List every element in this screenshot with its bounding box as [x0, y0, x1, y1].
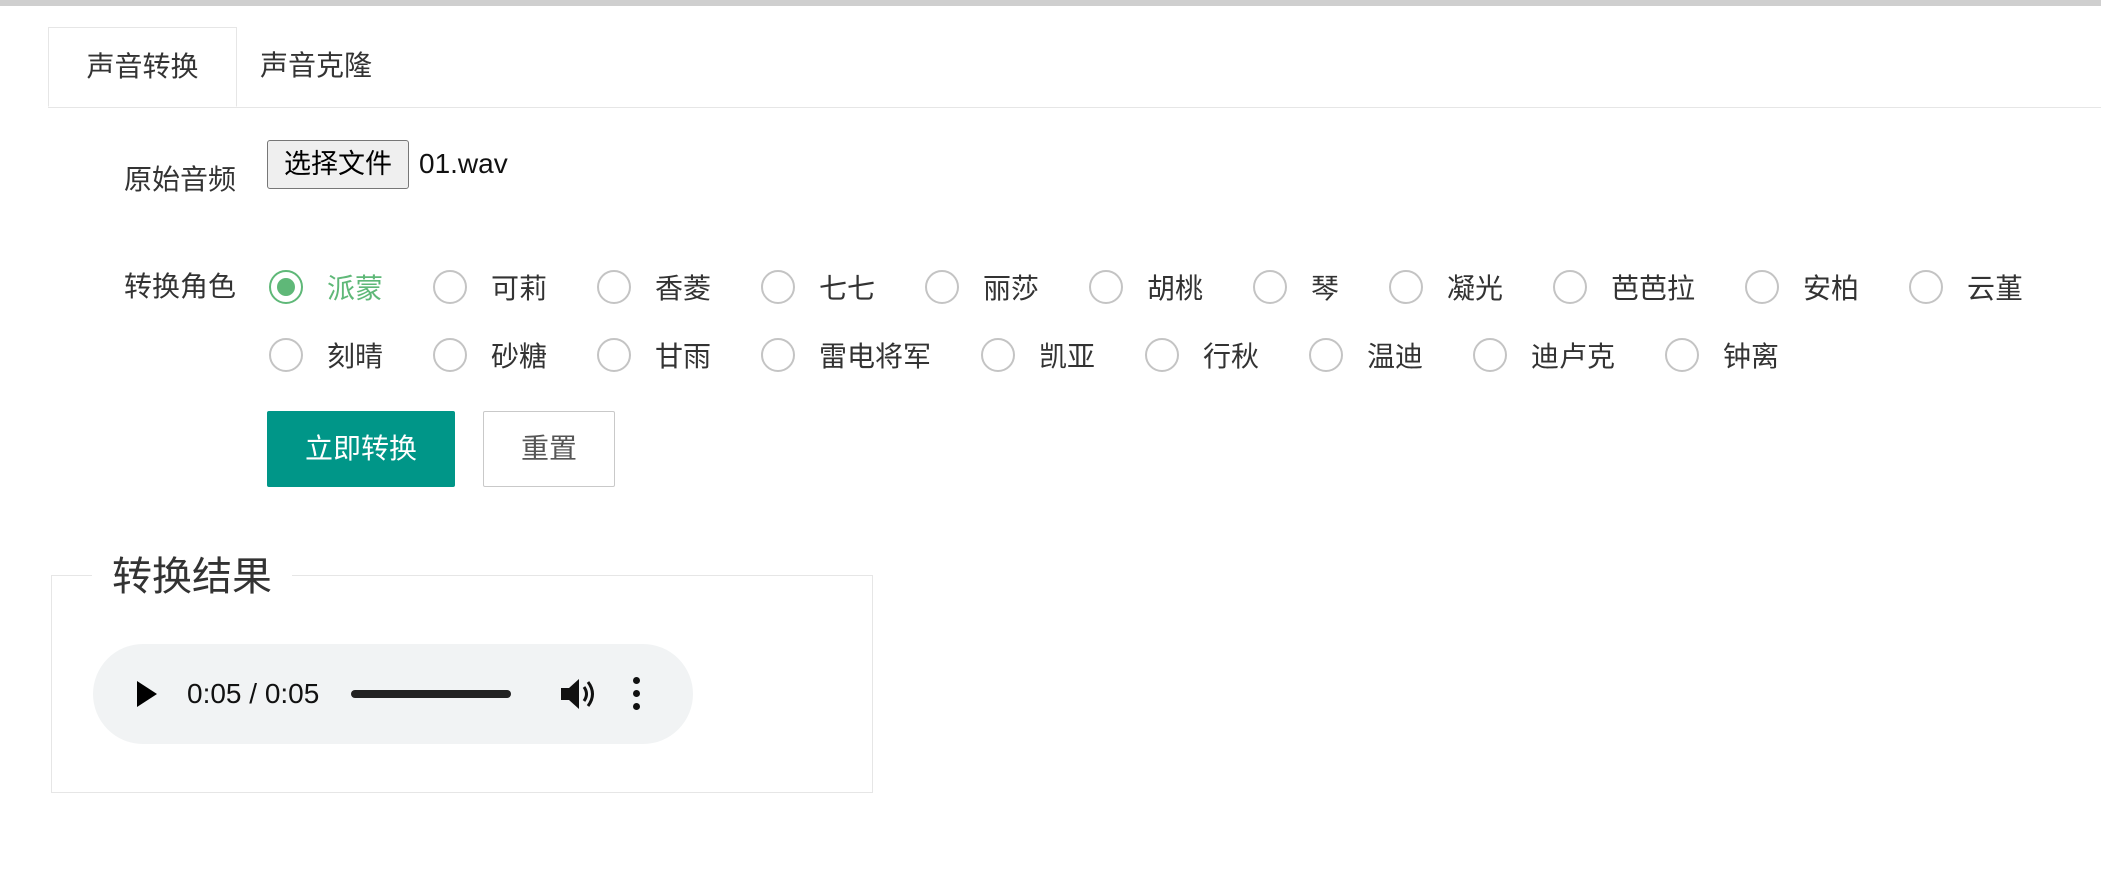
tab-bar: 声音转换 声音克隆: [48, 27, 2101, 108]
role-label-text: 香菱: [655, 272, 712, 305]
role-radio-keqing[interactable]: 刻晴: [269, 335, 383, 375]
radio-circle[interactable]: [761, 338, 795, 372]
radio-circle[interactable]: [1309, 338, 1343, 372]
tab-voice-clone[interactable]: 声音克隆: [260, 27, 500, 107]
role-label-text: 七七: [819, 272, 876, 305]
radio-circle[interactable]: [1553, 270, 1587, 304]
radio-circle[interactable]: [597, 270, 631, 304]
volume-icon[interactable]: [559, 677, 599, 711]
role-label-text: 丽莎: [983, 272, 1040, 305]
role-label-text: 云堇: [1967, 272, 2024, 305]
role-radio-sucrose[interactable]: 砂糖: [433, 335, 547, 375]
role-label-text: 砂糖: [491, 340, 548, 373]
role-label-text: 刻晴: [327, 340, 384, 373]
role-radio-hutao[interactable]: 胡桃: [1089, 267, 1203, 307]
role-radio-amber[interactable]: 安柏: [1745, 267, 1859, 307]
role-radio-jean[interactable]: 琴: [1253, 267, 1339, 307]
radio-circle[interactable]: [433, 338, 467, 372]
role-radio-klee[interactable]: 可莉: [433, 267, 547, 307]
role-label: 转换角色: [124, 270, 237, 303]
role-label-text: 芭芭拉: [1611, 272, 1696, 305]
convert-button[interactable]: 立即转换: [267, 411, 455, 487]
role-label-text: 行秋: [1203, 340, 1260, 373]
radio-circle[interactable]: [269, 270, 303, 304]
audio-player[interactable]: 0:05 / 0:05: [93, 644, 693, 744]
audio-progress-slider[interactable]: [351, 690, 511, 698]
role-label-text: 迪卢克: [1531, 340, 1616, 373]
role-label-text: 甘雨: [655, 340, 712, 373]
result-title: 转换结果: [92, 550, 292, 604]
role-radio-barbara[interactable]: 芭芭拉: [1553, 267, 1695, 307]
role-label-text: 派蒙: [327, 272, 384, 305]
role-radio-diluc[interactable]: 迪卢克: [1473, 335, 1615, 375]
role-label-text: 雷电将军: [819, 340, 932, 373]
role-radio-yunjin[interactable]: 云堇: [1909, 267, 2023, 307]
radio-circle[interactable]: [269, 338, 303, 372]
role-label-text: 可莉: [491, 272, 548, 305]
radio-circle[interactable]: [1473, 338, 1507, 372]
role-label-text: 安柏: [1803, 272, 1860, 305]
audio-time: 0:05 / 0:05: [187, 678, 320, 709]
selected-file-name: 01.wav: [419, 148, 508, 179]
role-radio-venti[interactable]: 温迪: [1309, 335, 1423, 375]
role-label-text: 温迪: [1367, 340, 1424, 373]
play-icon[interactable]: [137, 681, 157, 707]
tab-voice-convert[interactable]: 声音转换: [48, 27, 237, 107]
role-radio-lisa[interactable]: 丽莎: [925, 267, 1039, 307]
role-label-text: 胡桃: [1147, 272, 1204, 305]
radio-circle[interactable]: [925, 270, 959, 304]
role-radio-kaeya[interactable]: 凯亚: [981, 335, 1095, 375]
role-radio-ganyu[interactable]: 甘雨: [597, 335, 711, 375]
radio-circle[interactable]: [1389, 270, 1423, 304]
choose-file-button[interactable]: 选择文件: [267, 140, 409, 189]
radio-circle[interactable]: [1909, 270, 1943, 304]
source-audio-label: 原始音频: [124, 163, 237, 196]
role-radio-zhongli[interactable]: 钟离: [1665, 335, 1779, 375]
role-label-text: 钟离: [1723, 340, 1780, 373]
radio-circle[interactable]: [1665, 338, 1699, 372]
radio-circle[interactable]: [597, 338, 631, 372]
role-radio-paimon[interactable]: 派蒙: [269, 267, 383, 307]
role-radio-xiangling[interactable]: 香菱: [597, 267, 711, 307]
role-radio-qiqi[interactable]: 七七: [761, 267, 875, 307]
role-radio-ningguang[interactable]: 凝光: [1389, 267, 1503, 307]
radio-circle[interactable]: [1145, 338, 1179, 372]
radio-circle[interactable]: [1089, 270, 1123, 304]
window-top-border: [0, 0, 2101, 6]
role-radio-xingqiu[interactable]: 行秋: [1145, 335, 1259, 375]
radio-circle[interactable]: [1253, 270, 1287, 304]
radio-circle[interactable]: [433, 270, 467, 304]
role-label-text: 凝光: [1447, 272, 1504, 305]
radio-circle[interactable]: [1745, 270, 1779, 304]
role-label-text: 凯亚: [1039, 340, 1096, 373]
more-vert-icon[interactable]: [631, 677, 641, 711]
role-label-text: 琴: [1311, 272, 1340, 305]
role-radio-raiden[interactable]: 雷电将军: [761, 335, 931, 375]
reset-button[interactable]: 重置: [483, 411, 615, 487]
radio-circle[interactable]: [761, 270, 795, 304]
radio-circle[interactable]: [981, 338, 1015, 372]
